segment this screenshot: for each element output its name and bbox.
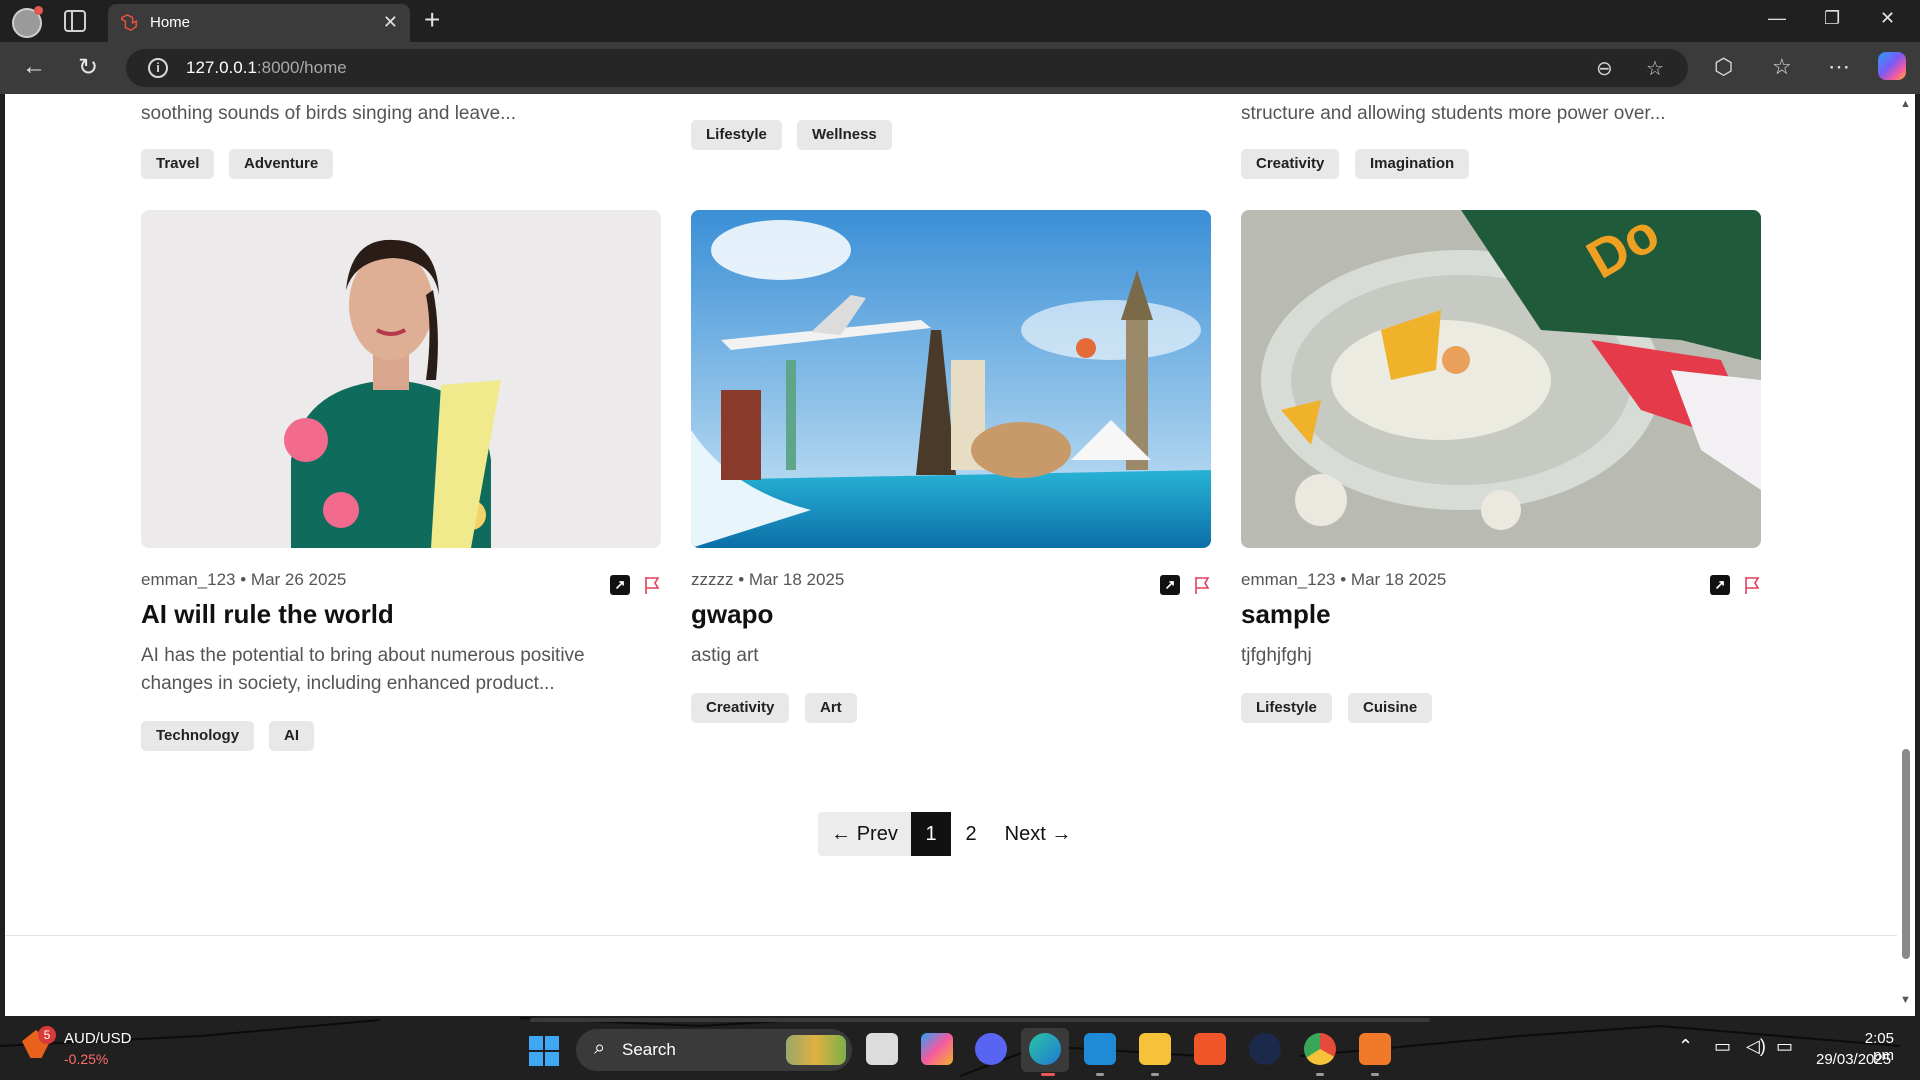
vscode-icon[interactable] (1084, 1033, 1116, 1065)
clock-date[interactable]: 29/03/2025 (1816, 1051, 1891, 1068)
post-meta: emman_123 • Mar 26 2025 (141, 570, 347, 589)
search-label: Search (622, 1040, 676, 1059)
tab-home[interactable]: Home ✕ (108, 4, 410, 42)
taskbar-search[interactable]: ⌕ Search (576, 1029, 852, 1071)
refresh-icon[interactable]: ↻ (78, 53, 98, 82)
post-title[interactable]: gwapo (691, 599, 773, 630)
restore-icon[interactable]: ❐ (1824, 8, 1840, 29)
tag-chip[interactable]: Lifestyle (691, 120, 782, 150)
brave-icon[interactable] (1194, 1033, 1226, 1065)
copilot-icon[interactable] (1878, 52, 1906, 80)
favorite-star-icon[interactable]: ☆ (1646, 56, 1664, 81)
back-icon[interactable]: ← (22, 53, 46, 81)
post-excerpt: tjfghjfghj (1241, 645, 1312, 666)
post-excerpt: astig art (691, 645, 759, 666)
reading-mode-icon[interactable]: ⊖ (1596, 56, 1613, 81)
search-highlight-image (786, 1035, 846, 1065)
post-excerpt: structure and allowing students more pow… (1241, 103, 1666, 124)
report-flag-icon[interactable] (642, 575, 662, 595)
scroll-thumb[interactable] (1902, 749, 1910, 959)
battery-icon[interactable]: ▭ (1776, 1036, 1793, 1057)
copilot-app-icon[interactable] (921, 1033, 953, 1065)
volume-icon[interactable]: ◁) (1746, 1036, 1766, 1057)
running-indicator (1371, 1073, 1379, 1076)
post-image-travel[interactable] (691, 210, 1211, 548)
laravel-icon (121, 14, 137, 32)
tag-chip[interactable]: Adventure (229, 149, 334, 179)
footer-divider (5, 935, 1897, 936)
scroll-down-icon[interactable]: ▼ (1900, 994, 1911, 1006)
post-title[interactable]: sample (1241, 599, 1331, 630)
scroll-up-icon[interactable]: ▲ (1900, 98, 1911, 110)
wallpaper-decoration (0, 1017, 1901, 1077)
post-excerpt: changes in society, including enhanced p… (141, 673, 555, 694)
running-indicator (1096, 1073, 1104, 1076)
profile-notification-dot (34, 6, 43, 15)
report-flag-icon[interactable] (1192, 575, 1212, 595)
post-title[interactable]: AI will rule the world (141, 599, 394, 630)
open-post-icon[interactable]: ↗ (1160, 575, 1180, 595)
ticker-name[interactable]: AUD/USD (64, 1030, 132, 1047)
open-post-icon[interactable]: ↗ (610, 575, 630, 595)
file-explorer-icon[interactable] (1139, 1033, 1171, 1065)
tab-actions-icon[interactable] (64, 10, 86, 32)
page-1-button[interactable]: 1 (911, 812, 951, 856)
browser-tab-bar: Home ✕ + — ❐ ✕ (0, 0, 1920, 42)
open-post-icon[interactable]: ↗ (1710, 575, 1730, 595)
extensions-icon[interactable]: ⬡ (1714, 54, 1733, 80)
window-close-icon[interactable]: ✕ (1880, 8, 1895, 29)
next-page-button[interactable]: Next → (995, 812, 1081, 856)
discord-icon[interactable] (975, 1033, 1007, 1065)
tag-chip[interactable]: Cuisine (1348, 693, 1433, 723)
page-viewport: soothing sounds of birds singing and lea… (5, 94, 1897, 1016)
start-icon[interactable] (529, 1036, 559, 1066)
tag-chip[interactable]: Imagination (1355, 149, 1470, 179)
tag-chip[interactable]: Creativity (691, 693, 790, 723)
tag-chip[interactable]: Travel (141, 149, 215, 179)
favorites-icon[interactable]: ☆ (1772, 54, 1792, 80)
post-excerpt: AI has the potential to bring about nume… (141, 645, 585, 666)
address-bar[interactable]: i 127.0.0.1:8000/home ⊖ ☆ (126, 49, 1688, 87)
active-indicator (1041, 1073, 1055, 1076)
url-text[interactable]: 127.0.0.1:8000/home (186, 58, 347, 78)
more-icon[interactable]: ⋯ (1828, 54, 1850, 80)
new-tab-icon[interactable]: + (424, 6, 440, 34)
steam-icon[interactable] (1249, 1033, 1281, 1065)
xampp-icon[interactable] (1359, 1033, 1391, 1065)
search-icon: ⌕ (594, 1037, 606, 1059)
tag-chip[interactable]: Technology (141, 721, 255, 751)
tab-title: Home (150, 14, 191, 31)
tag-chip[interactable]: Lifestyle (1241, 693, 1332, 723)
close-icon[interactable]: ✕ (383, 12, 398, 33)
ticker-change: -0.25% (64, 1051, 109, 1067)
post-image-food[interactable]: Do (1241, 210, 1761, 548)
post-image-portrait[interactable] (141, 210, 661, 548)
tag-chip[interactable]: Creativity (1241, 149, 1340, 179)
tag-chip[interactable]: Wellness (797, 120, 892, 150)
running-indicator (1151, 1073, 1159, 1076)
chrome-icon[interactable] (1304, 1033, 1336, 1065)
post-excerpt: soothing sounds of birds singing and lea… (141, 103, 516, 124)
page-2-button[interactable]: 2 (951, 812, 991, 856)
display-icon[interactable]: ▭ (1714, 1036, 1731, 1057)
minimize-icon[interactable]: — (1768, 8, 1786, 29)
info-icon[interactable]: i (148, 58, 168, 78)
chevron-up-icon[interactable]: ⌃ (1678, 1036, 1693, 1057)
notification-badge: 5 (38, 1026, 56, 1044)
tag-chip[interactable]: AI (269, 721, 314, 751)
report-flag-icon[interactable] (1742, 575, 1762, 595)
running-indicator (1316, 1073, 1324, 1076)
post-meta: zzzzz • Mar 18 2025 (691, 570, 845, 589)
browser-toolbar: ← ↻ i 127.0.0.1:8000/home ⊖ ☆ ⬡ ☆ ⋯ (0, 42, 1920, 94)
windows-taskbar: 5 AUD/USD -0.25% ⌕ Search ⌃ ▭ ◁) ▭ 2:05 … (0, 1016, 1920, 1080)
task-view-icon[interactable] (866, 1033, 898, 1065)
tag-chip[interactable]: Art (805, 693, 857, 723)
edge-icon[interactable] (1029, 1033, 1061, 1065)
prev-page-button[interactable]: ← Prev (818, 812, 911, 856)
page-scrollbar[interactable]: ▲ ▼ (1897, 94, 1915, 1016)
post-meta: emman_123 • Mar 18 2025 (1241, 570, 1447, 589)
